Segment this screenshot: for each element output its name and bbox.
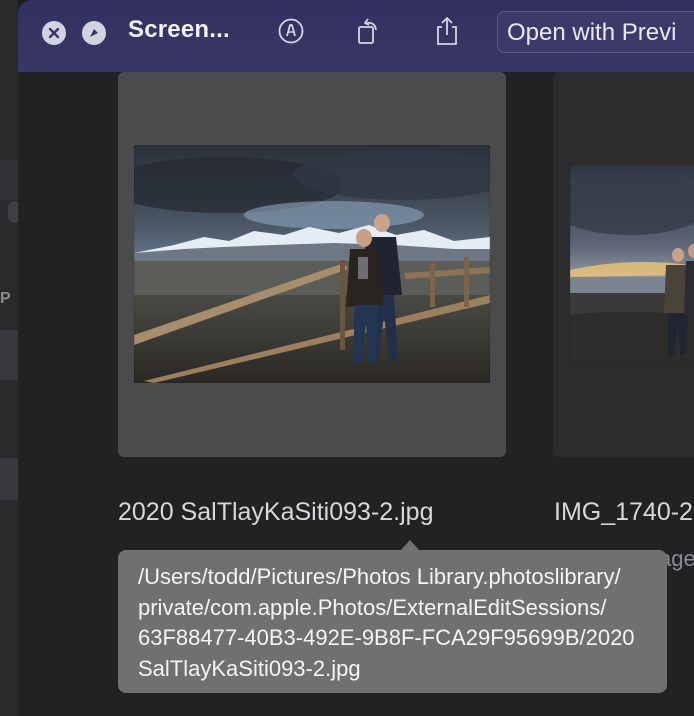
thumbnail-card[interactable] [118,72,506,457]
file-name: IMG_1740-2. [554,498,694,526]
file-path-tooltip: /Users/todd/Pictures/Photos Library.phot… [118,550,667,693]
thumbnail-card[interactable] [553,72,694,457]
background-window: P [0,0,22,716]
tooltip-line: 63F88477-40B3-492E-9B8F-FCA29F95699B/202… [138,625,635,650]
tooltip-line: private/com.apple.Photos/ExternalEditSes… [138,594,607,620]
tooltip-line: /Users/todd/Pictures/Photos Library.phot… [138,564,621,589]
background-window-text: P [0,290,11,307]
markup-button[interactable] [276,14,306,48]
compass-circle-icon [90,29,98,37]
tooltip-line: SalTlayKaSiti093-2.jpg [138,655,361,681]
close-circle-icon [48,27,60,39]
background-window-band [0,330,18,380]
file-name: 2020 SalTlayKaSiti093-2.jpg [118,498,434,526]
rotate-button[interactable] [353,14,383,48]
fullscreen-button[interactable] [82,21,106,45]
background-window-band [0,458,18,500]
quick-look-panel: Screen... Open with Previ 2020 SalTlayKa… [18,0,694,716]
title-bar: Screen... Open with Previ [18,0,694,72]
share-icon [437,17,457,45]
couple-on-beach-photo [570,165,694,363]
markup-pen-icon [278,18,304,44]
couple-on-fence-mountain-photo [134,145,490,383]
background-window-band [0,160,18,200]
rotate-icon [358,18,377,44]
share-button[interactable] [432,14,462,48]
open-with-preview-button[interactable]: Open with Previ [497,11,694,53]
window-title: Screen... [128,16,230,43]
close-button[interactable] [42,21,66,45]
